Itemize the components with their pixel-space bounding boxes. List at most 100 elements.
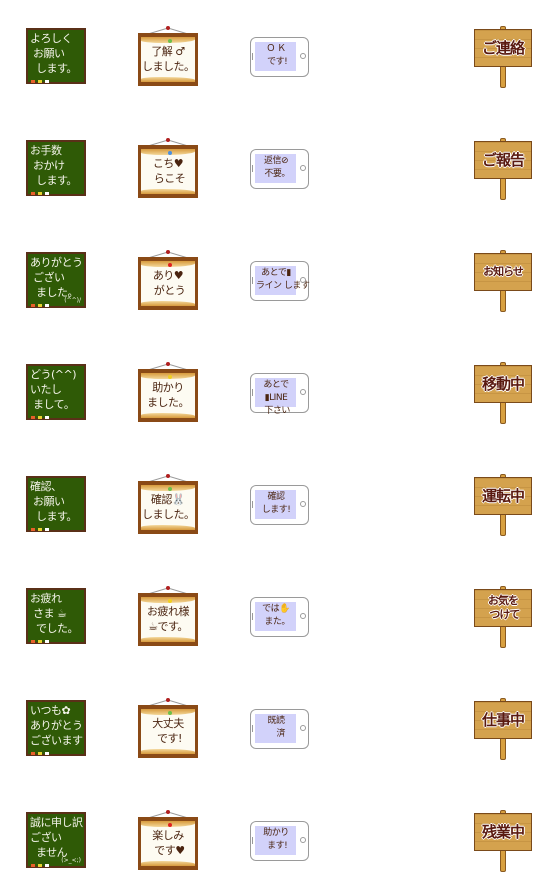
phone-text: 返信⊘ 不要。: [263, 156, 290, 179]
chalk-icon: [38, 528, 42, 531]
chalkboard-text: ありがとう ござい ました。: [30, 256, 83, 299]
sticker-scroll[interactable]: 大丈夫 です!: [112, 672, 224, 784]
scroll-text: 確認🐰 しました。: [142, 493, 195, 521]
sticker-signpost[interactable]: お気を つけて: [448, 560, 560, 672]
sticker-chalkboard[interactable]: ありがとう ござい ました。 (^^)/: [0, 224, 112, 336]
sticker-chalkboard[interactable]: お疲れ さま ☕ でした。: [0, 560, 112, 672]
sticker-scroll[interactable]: あり♥ がとう: [112, 224, 224, 336]
signpost-board: 移動中: [474, 365, 532, 403]
phone-screen: Ｏ Ｋ です!: [255, 42, 296, 71]
chalk-icon: [31, 304, 35, 307]
home-button-icon: [300, 837, 306, 843]
scroll-text: 大丈夫 です!: [152, 717, 184, 745]
sticker-easel[interactable]: Good◆✦◆◆: [336, 560, 448, 672]
phone-text: Ｏ Ｋ です!: [266, 44, 288, 67]
side-button-icon: [252, 501, 253, 508]
sticker-signpost[interactable]: ご連絡: [448, 0, 560, 112]
side-button-icon: [252, 53, 253, 60]
home-button-icon: [300, 53, 306, 59]
pin-icon: [168, 823, 172, 827]
sticker-phone[interactable]: 返信⊘ 不要。: [224, 112, 336, 224]
sticker-easel[interactable]: ••••••••••••••••伝言: [336, 336, 448, 448]
chalk-icon: [31, 192, 35, 195]
side-button-icon: [252, 389, 253, 396]
chalk-icon: [38, 640, 42, 643]
eraser-icon: [45, 416, 49, 419]
chalk-icon: [38, 416, 42, 419]
sticker-chalkboard[interactable]: 確認、 お願い します。: [0, 448, 112, 560]
sticker-easel[interactable]: Thank♫you: [336, 224, 448, 336]
sticker-scroll[interactable]: 了解 ♂ しました。: [112, 0, 224, 112]
phone-screen: 既読 済: [255, 714, 296, 743]
signpost-text: 運転中: [481, 487, 525, 505]
scroll-band-bottom: [141, 77, 195, 82]
chalkboard-text: 確認、 お願い します。: [30, 480, 77, 523]
chalk-icon: [31, 80, 35, 83]
sticker-chalkboard[interactable]: どう(^^) いたし まして。: [0, 336, 112, 448]
sticker-scroll[interactable]: お疲れ様 ☕です。: [112, 560, 224, 672]
scroll-frame: 了解 ♂ しました。: [138, 33, 198, 86]
scroll-text: こち♥ らこそ: [152, 157, 186, 185]
sticker-easel[interactable]: Fight✦✦✦✦: [336, 784, 448, 896]
chalkboard-frame: 誠に申し訳 ござい ません (>_<;): [26, 812, 86, 868]
scroll-band-bottom: [141, 637, 195, 642]
sticker-signpost[interactable]: お知らせ: [448, 224, 560, 336]
phone-screen: では✋ また。: [255, 602, 296, 631]
side-button-icon: [252, 725, 253, 732]
scroll-frame: 助かり ました。: [138, 369, 198, 422]
sticker-scroll[interactable]: 楽しみ です♥: [112, 784, 224, 896]
sticker-phone[interactable]: あとで ▮LINE 下さい: [224, 336, 336, 448]
scroll-frame: こち♥ らこそ: [138, 145, 198, 198]
phone-screen: あとで ▮LINE 下さい: [255, 378, 296, 416]
phone-screen: 返信⊘ 不要。: [255, 154, 296, 183]
signpost-board: ご報告: [474, 141, 532, 179]
eraser-icon: [45, 640, 49, 643]
sticker-chalkboard[interactable]: お手数 おかけ します。: [0, 112, 112, 224]
chalkboard-text: お手数 おかけ します。: [30, 144, 77, 187]
sticker-scroll[interactable]: 確認🐰 しました。: [112, 448, 224, 560]
sticker-signpost[interactable]: 仕事中: [448, 672, 560, 784]
chalkboard-text: よろしく お願い します。: [30, 32, 77, 75]
pin-icon: [168, 151, 172, 155]
pin-icon: [168, 711, 172, 715]
sticker-chalkboard[interactable]: 誠に申し訳 ござい ません (>_<;): [0, 784, 112, 896]
chalkboard-frame: いつも✿ ありがとう ございます: [26, 700, 86, 756]
sticker-phone[interactable]: では✋ また。: [224, 560, 336, 672]
home-button-icon: [300, 613, 306, 619]
sticker-signpost[interactable]: ご報告: [448, 112, 560, 224]
sticker-phone[interactable]: Ｏ Ｋ です!: [224, 0, 336, 112]
sticker-signpost[interactable]: 運転中: [448, 448, 560, 560]
sticker-signpost[interactable]: 残業中: [448, 784, 560, 896]
eraser-icon: [45, 528, 49, 531]
sticker-phone[interactable]: 助かり ます!: [224, 784, 336, 896]
sticker-easel[interactable]: ••••••••••••••••以上!: [336, 672, 448, 784]
sticker-easel[interactable]: 感謝✿✿♥: [336, 448, 448, 560]
sticker-signpost[interactable]: 移動中: [448, 336, 560, 448]
chalk-icon: [38, 752, 42, 755]
home-button-icon: [300, 725, 306, 731]
signpost-text: 残業中: [481, 823, 525, 841]
phone-body: あとで▮ ライン します: [250, 261, 310, 301]
sticker-chalkboard[interactable]: いつも✿ ありがとう ございます: [0, 672, 112, 784]
scroll-text: 楽しみ です♥: [152, 829, 185, 857]
sticker-phone[interactable]: あとで▮ ライン します: [224, 224, 336, 336]
chalk-icon: [38, 864, 42, 867]
sticker-phone[interactable]: 既読 済: [224, 672, 336, 784]
scroll-band-bottom: [141, 749, 195, 754]
phone-body: あとで ▮LINE 下さい: [250, 373, 309, 416]
chalk-icon: [38, 304, 42, 307]
home-button-icon: [300, 277, 306, 283]
chalk-icon: [31, 528, 35, 531]
scroll-frame: 確認🐰 しました。: [138, 481, 198, 534]
sticker-scroll[interactable]: こち♥ らこそ: [112, 112, 224, 224]
sticker-phone[interactable]: 確認 します!: [224, 448, 336, 560]
signpost-text: ご報告: [481, 151, 525, 169]
sticker-easel[interactable]: ••••••••••••••••承認: [336, 112, 448, 224]
sticker-chalkboard[interactable]: よろしく お願い します。: [0, 0, 112, 112]
chalkboard-frame: どう(^^) いたし まして。: [26, 364, 86, 420]
phone-text: 確認 します!: [261, 492, 291, 515]
sticker-easel[interactable]: ★★★★★★了解★★★★★★: [336, 0, 448, 112]
signpost-text: お気を つけて: [488, 594, 520, 621]
sticker-scroll[interactable]: 助かり ました。: [112, 336, 224, 448]
side-button-icon: [252, 613, 253, 620]
